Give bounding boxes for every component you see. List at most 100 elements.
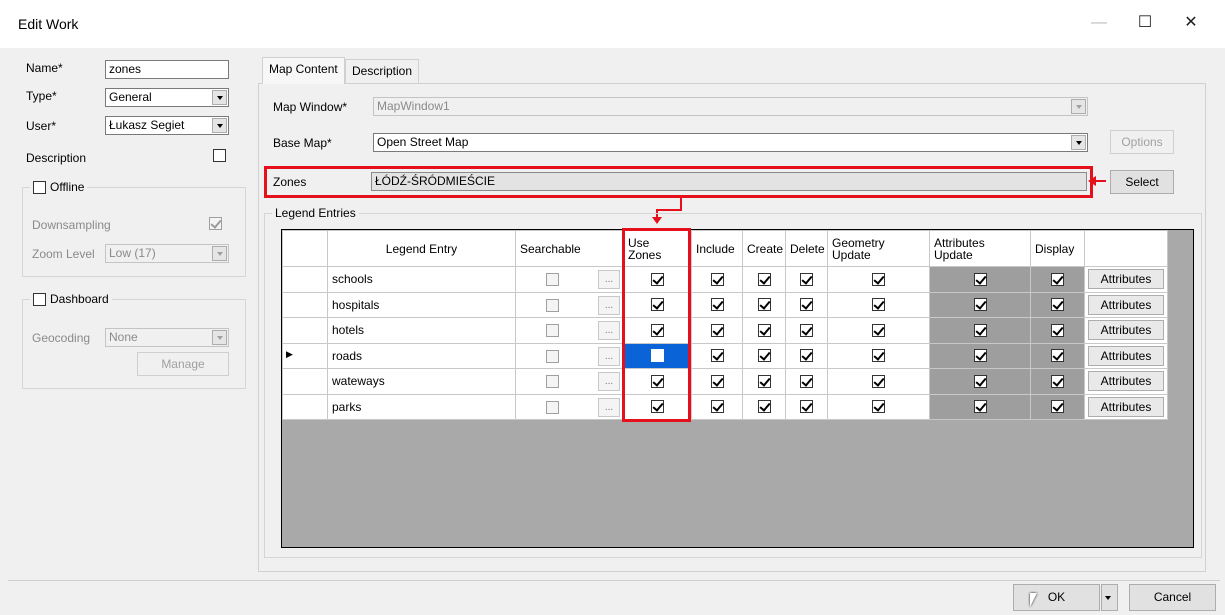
geometry-checkbox[interactable] bbox=[872, 374, 885, 388]
geometry-cell[interactable] bbox=[827, 393, 930, 420]
chevron-down-icon[interactable] bbox=[212, 118, 227, 133]
searchable-cell[interactable]: ... bbox=[515, 368, 624, 395]
include-cell[interactable] bbox=[691, 317, 743, 344]
attributes-button[interactable]: Attributes bbox=[1088, 294, 1164, 315]
include-cell[interactable] bbox=[691, 393, 743, 420]
display-cell[interactable] bbox=[1030, 368, 1085, 395]
geometry-cell[interactable] bbox=[827, 368, 930, 395]
table-row[interactable]: ▶ roads... Attributes bbox=[282, 342, 1168, 369]
create-checkbox[interactable] bbox=[757, 374, 771, 388]
legend-entry-cell[interactable]: hospitals bbox=[327, 291, 516, 318]
user-select[interactable]: Łukasz Segiet bbox=[105, 116, 229, 135]
create-checkbox[interactable] bbox=[757, 323, 771, 337]
tab-map-content[interactable]: Map Content bbox=[262, 57, 345, 84]
create-checkbox[interactable] bbox=[757, 349, 771, 363]
table-row[interactable]: schools... Attributes bbox=[282, 266, 1168, 293]
minimize-button[interactable]: — bbox=[1076, 8, 1122, 38]
offline-checkbox[interactable] bbox=[33, 180, 46, 194]
delete-cell[interactable] bbox=[785, 368, 828, 395]
attributes-checkbox[interactable] bbox=[973, 400, 987, 414]
attributes-checkbox[interactable] bbox=[973, 298, 987, 312]
geometry-checkbox[interactable] bbox=[872, 298, 885, 312]
ellipsis-button[interactable]: ... bbox=[598, 397, 620, 417]
delete-cell[interactable] bbox=[785, 291, 828, 318]
attributes-checkbox[interactable] bbox=[973, 349, 987, 363]
row-header[interactable] bbox=[282, 368, 328, 395]
include-checkbox[interactable] bbox=[710, 349, 724, 363]
tab-description[interactable]: Description bbox=[345, 59, 420, 84]
row-header[interactable]: ▶ bbox=[282, 342, 328, 369]
searchable-cell[interactable]: ... bbox=[515, 317, 624, 344]
ellipsis-button[interactable]: ... bbox=[598, 270, 620, 289]
create-checkbox[interactable] bbox=[757, 298, 771, 312]
searchable-checkbox[interactable] bbox=[546, 298, 559, 312]
display-checkbox[interactable] bbox=[1051, 323, 1064, 337]
legend-entry-cell[interactable]: parks bbox=[327, 393, 516, 420]
create-cell[interactable] bbox=[742, 266, 786, 293]
attributes-checkbox[interactable] bbox=[973, 323, 987, 337]
include-checkbox[interactable] bbox=[710, 323, 724, 337]
display-checkbox[interactable] bbox=[1051, 272, 1064, 286]
col-attributes-update[interactable]: Attributes Update bbox=[929, 230, 1031, 267]
map-window-select[interactable]: MapWindow1 bbox=[373, 97, 1088, 116]
geometry-checkbox[interactable] bbox=[872, 400, 885, 414]
col-display[interactable]: Display bbox=[1030, 230, 1085, 267]
searchable-cell[interactable]: ... bbox=[515, 291, 624, 318]
delete-checkbox[interactable] bbox=[800, 298, 813, 312]
attributes-button[interactable]: Attributes bbox=[1088, 345, 1164, 366]
select-button[interactable]: Select bbox=[1110, 170, 1174, 194]
attributes-cell[interactable] bbox=[929, 266, 1031, 293]
geometry-checkbox[interactable] bbox=[872, 272, 885, 286]
display-cell[interactable] bbox=[1030, 266, 1085, 293]
searchable-cell[interactable]: ... bbox=[515, 342, 624, 369]
delete-cell[interactable] bbox=[785, 266, 828, 293]
attributes-checkbox[interactable] bbox=[973, 272, 987, 286]
base-map-select[interactable]: Open Street Map bbox=[373, 133, 1088, 152]
legend-entry-cell[interactable]: schools bbox=[327, 266, 516, 293]
description-checkbox[interactable] bbox=[213, 149, 226, 162]
chevron-down-icon[interactable] bbox=[1071, 99, 1086, 114]
geometry-cell[interactable] bbox=[827, 317, 930, 344]
include-checkbox[interactable] bbox=[710, 272, 724, 286]
attributes-button[interactable]: Attributes bbox=[1088, 396, 1164, 417]
create-cell[interactable] bbox=[742, 342, 786, 369]
delete-checkbox[interactable] bbox=[800, 272, 813, 286]
geometry-cell[interactable] bbox=[827, 266, 930, 293]
chevron-down-icon[interactable] bbox=[212, 246, 227, 261]
searchable-checkbox[interactable] bbox=[546, 400, 559, 414]
table-row[interactable]: parks... Attributes bbox=[282, 393, 1168, 420]
display-cell[interactable] bbox=[1030, 291, 1085, 318]
name-field[interactable]: zones bbox=[105, 60, 229, 79]
options-button[interactable]: Options bbox=[1110, 130, 1174, 154]
ellipsis-button[interactable]: ... bbox=[598, 372, 620, 391]
display-checkbox[interactable] bbox=[1051, 400, 1064, 414]
attributes-button[interactable]: Attributes bbox=[1088, 371, 1164, 392]
geometry-cell[interactable] bbox=[827, 342, 930, 369]
include-checkbox[interactable] bbox=[710, 298, 724, 312]
col-include[interactable]: Include bbox=[691, 230, 743, 267]
searchable-checkbox[interactable] bbox=[546, 273, 559, 286]
chevron-down-icon[interactable] bbox=[212, 330, 227, 345]
create-cell[interactable] bbox=[742, 368, 786, 395]
attributes-cell[interactable] bbox=[929, 317, 1031, 344]
delete-cell[interactable] bbox=[785, 317, 828, 344]
geometry-checkbox[interactable] bbox=[872, 323, 885, 337]
table-row[interactable]: hotels... Attributes bbox=[282, 317, 1168, 344]
cancel-button[interactable]: Cancel bbox=[1129, 584, 1216, 611]
col-delete[interactable]: Delete bbox=[785, 230, 828, 267]
include-cell[interactable] bbox=[691, 266, 743, 293]
display-cell[interactable] bbox=[1030, 342, 1085, 369]
type-select[interactable]: General bbox=[105, 88, 229, 107]
attributes-button[interactable]: Attributes bbox=[1088, 320, 1164, 341]
downsampling-checkbox[interactable] bbox=[209, 217, 222, 230]
create-cell[interactable] bbox=[742, 291, 786, 318]
close-button[interactable]: ✕ bbox=[1168, 8, 1214, 38]
delete-checkbox[interactable] bbox=[800, 400, 813, 414]
col-create[interactable]: Create bbox=[742, 230, 786, 267]
display-cell[interactable] bbox=[1030, 317, 1085, 344]
legend-entry-cell[interactable]: wateways bbox=[327, 368, 516, 395]
chevron-down-icon[interactable] bbox=[212, 90, 227, 105]
attributes-cell[interactable] bbox=[929, 291, 1031, 318]
col-legend-entry[interactable]: Legend Entry bbox=[327, 230, 516, 267]
include-cell[interactable] bbox=[691, 342, 743, 369]
